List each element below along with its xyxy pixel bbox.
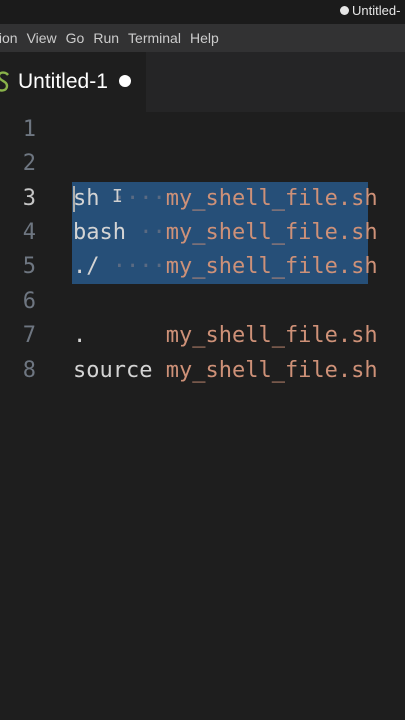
line-number: 8 xyxy=(22,358,36,383)
code-text: ./ ····my_shell_file.sh xyxy=(73,250,378,284)
menu-item-terminal[interactable]: Terminal xyxy=(128,30,181,46)
line-number: 2 xyxy=(22,151,36,176)
whitespace-marker: ·· xyxy=(139,220,166,245)
unsaved-dot-icon xyxy=(340,6,349,15)
code-text: . my_shell_file.sh xyxy=(73,319,378,353)
text-cursor xyxy=(73,186,75,212)
editor-line: 8 source my_shell_file.sh xyxy=(0,354,405,388)
window-title: Untitled- xyxy=(352,3,401,18)
menu-item-help[interactable]: Help xyxy=(190,30,219,46)
title-bar: Untitled- xyxy=(0,0,405,24)
menu-item-selection[interactable]: tion xyxy=(0,30,18,46)
line-number: 1 xyxy=(22,117,36,142)
filename-token: my_shell_file.sh xyxy=(165,254,378,279)
line-number: 3 xyxy=(22,186,36,211)
tab-untitled-1[interactable]: Untitled-1 xyxy=(0,52,146,112)
line-number: 6 xyxy=(22,289,36,314)
tab-strip: Untitled-1 xyxy=(0,52,405,112)
code-text: source my_shell_file.sh xyxy=(73,354,378,388)
editor-line: 5 ./ ····my_shell_file.sh xyxy=(0,250,405,284)
command-token: sh xyxy=(73,186,100,211)
command-token: ./ xyxy=(73,254,100,279)
code-editor[interactable]: 1 2 3 sh ····my_shell_file.sh I 4 bash ·… xyxy=(0,112,405,720)
line-number: 4 xyxy=(22,220,36,245)
unsaved-changes-icon[interactable] xyxy=(119,75,131,87)
editor-line: 1 xyxy=(0,113,405,147)
editor-line: 6 xyxy=(0,285,405,319)
editor-line: 2 xyxy=(0,147,405,181)
command-token: bash xyxy=(73,220,126,245)
filename-token: my_shell_file.sh xyxy=(165,323,378,348)
command-token: source xyxy=(73,358,153,383)
code-text: bash ··my_shell_file.sh xyxy=(73,216,378,250)
line-number: 5 xyxy=(22,254,36,279)
filename-token: my_shell_file.sh xyxy=(165,358,378,383)
editor-line: 4 bash ··my_shell_file.sh xyxy=(0,216,405,250)
line-number: 7 xyxy=(22,323,36,348)
filename-token: my_shell_file.sh xyxy=(165,220,378,245)
menu-item-go[interactable]: Go xyxy=(66,30,85,46)
command-token: . xyxy=(73,323,87,348)
editor-line: 3 sh ····my_shell_file.sh I xyxy=(0,182,405,216)
shell-script-icon xyxy=(0,71,9,92)
menu-item-run[interactable]: Run xyxy=(93,30,119,46)
tab-label: Untitled-1 xyxy=(18,70,108,93)
filename-token: my_shell_file.sh xyxy=(165,186,378,211)
ibeam-cursor-icon: I xyxy=(112,186,123,207)
editor-line: 7 . my_shell_file.sh xyxy=(0,319,405,353)
whitespace-marker: ···· xyxy=(112,254,166,279)
menu-item-view[interactable]: View xyxy=(27,30,57,46)
menu-bar: tion View Go Run Terminal Help xyxy=(0,24,405,52)
